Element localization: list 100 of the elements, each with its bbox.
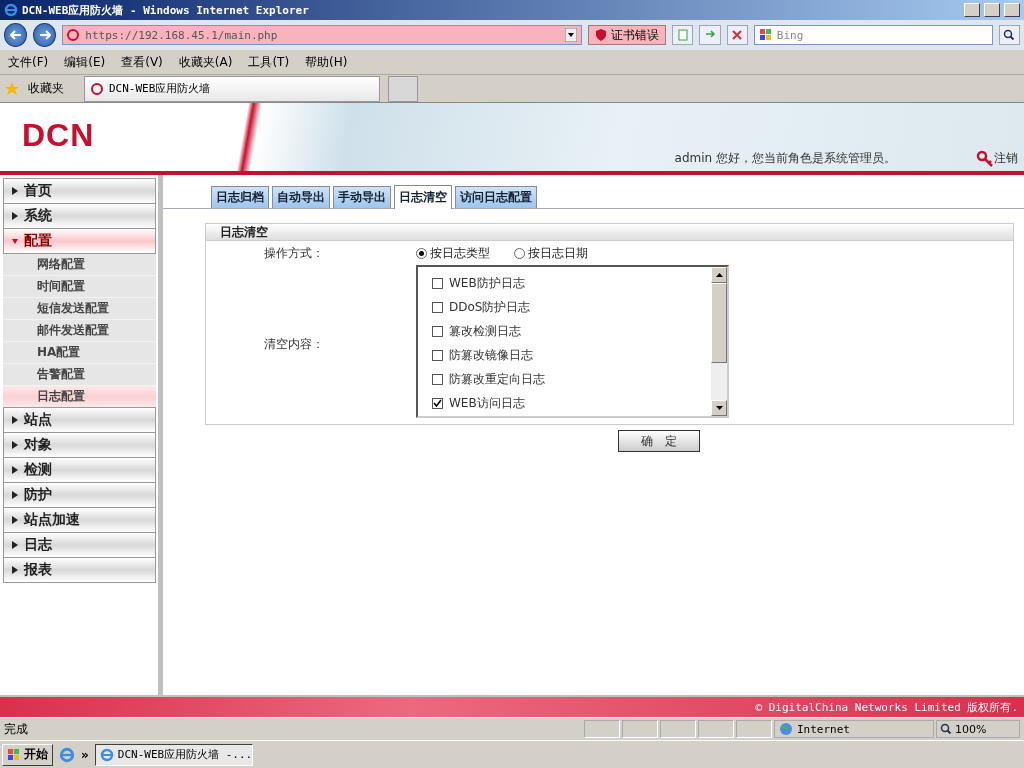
sidebar-item[interactable]: 首页	[3, 178, 156, 204]
close-button[interactable]	[1004, 3, 1020, 17]
site-logo-icon	[67, 29, 80, 41]
menu-item[interactable]: 收藏夹(A)	[178, 53, 233, 71]
checkbox-option[interactable]: DDoS防护日志	[432, 295, 711, 319]
sidebar-item[interactable]: 检测	[3, 457, 156, 483]
zoom-button[interactable]: 100%	[936, 720, 1020, 738]
stop-button[interactable]	[726, 25, 748, 45]
caret-right-icon	[12, 566, 18, 574]
caret-right-icon	[12, 516, 18, 524]
more-button[interactable]: »	[81, 747, 89, 762]
sidebar-subitem[interactable]: 邮件发送配置	[3, 320, 156, 342]
checkbox-option[interactable]: WEB防护日志	[432, 271, 711, 295]
greeting-text: admin 您好，您当前角色是系统管理员。	[674, 150, 896, 167]
taskbar-button[interactable]: DCN-WEB应用防火墙 -...	[94, 743, 253, 766]
copyright-text: © DigitalChina Networks Limited 版权所有.	[755, 699, 1018, 715]
sidebar-item[interactable]: 报表	[3, 557, 156, 583]
checkbox[interactable]	[432, 397, 443, 409]
tab[interactable]: 访问日志配置	[455, 186, 537, 208]
arrow-left-icon	[9, 30, 22, 40]
menu-item[interactable]: 文件(F)	[8, 53, 49, 71]
window-title: DCN-WEB应用防火墙 - Windows Internet Explorer	[22, 2, 310, 18]
caret-right-icon	[12, 466, 18, 474]
sidebar-subitem[interactable]: HA配置	[3, 342, 156, 364]
checkbox[interactable]	[432, 301, 443, 313]
magnifier-icon	[940, 723, 952, 735]
caret-right-icon	[12, 491, 18, 499]
caret-right-icon	[12, 416, 18, 424]
status-pane	[660, 720, 696, 738]
checkbox[interactable]	[432, 373, 443, 385]
radio-option[interactable]: 按日志类型	[416, 244, 490, 262]
maximize-button[interactable]	[984, 3, 1000, 17]
status-text: 完成	[4, 720, 29, 738]
checkbox[interactable]	[432, 325, 443, 337]
field-label: 操作方式：	[263, 244, 325, 262]
sidebar-item[interactable]: 防护	[3, 482, 156, 508]
sidebar-subitem[interactable]: 告警配置	[3, 364, 156, 386]
caret-down-icon	[12, 237, 18, 245]
menu-item[interactable]: 编辑(E)	[64, 53, 106, 71]
browser-tab[interactable]: DCN-WEB应用防火墙	[84, 75, 380, 102]
caret-right-icon	[12, 212, 18, 220]
sidebar-item[interactable]: 对象	[3, 432, 156, 458]
page-icon	[676, 29, 689, 41]
checkbox-option[interactable]: 篡改检测日志	[432, 319, 711, 343]
sidebar-subitem[interactable]: 日志配置	[3, 386, 156, 408]
sidebar-subitem[interactable]: 网络配置	[3, 254, 156, 276]
checkbox[interactable]	[432, 349, 443, 361]
radio-button[interactable]	[416, 247, 427, 259]
start-button[interactable]: 开始	[2, 743, 53, 766]
minimize-button[interactable]	[964, 3, 980, 17]
key-icon	[976, 149, 994, 167]
sidebar-item[interactable]: 站点加速	[3, 507, 156, 533]
confirm-button[interactable]: 确 定	[617, 430, 700, 452]
forward-button[interactable]	[33, 23, 57, 47]
menu-item[interactable]: 工具(T)	[248, 53, 290, 71]
windows-flag-icon	[758, 28, 773, 42]
address-field[interactable]: https://192.168.45.1/main.php	[62, 25, 583, 45]
radio-option[interactable]: 按日志日期	[514, 244, 588, 262]
menu-item[interactable]: 查看(V)	[121, 53, 163, 71]
caret-right-icon	[12, 187, 18, 195]
tab[interactable]: 手动导出	[333, 186, 391, 208]
favorites-button[interactable]: 收藏夹	[28, 80, 64, 97]
status-pane	[698, 720, 734, 738]
checkbox-option[interactable]: 防篡改镜像日志	[432, 343, 711, 367]
search-button[interactable]	[998, 25, 1020, 45]
arrow-right-icon	[38, 30, 51, 40]
caret-right-icon	[12, 541, 18, 549]
logout-link[interactable]: 注销	[994, 150, 1018, 167]
tab[interactable]: 自动导出	[272, 186, 330, 208]
radio-button[interactable]	[514, 247, 525, 259]
globe-icon	[779, 722, 793, 736]
sidebar-item[interactable]: 站点	[3, 407, 156, 433]
tab[interactable]: 日志归档	[211, 186, 269, 208]
scrollbar[interactable]	[711, 267, 727, 416]
search-icon	[1003, 29, 1016, 41]
sidebar-subitem[interactable]: 时间配置	[3, 276, 156, 298]
sidebar-item[interactable]: 配置	[3, 228, 156, 254]
caret-right-icon	[12, 441, 18, 449]
dropdown-icon[interactable]	[565, 28, 578, 42]
panel-title: 日志清空	[206, 224, 1013, 241]
menu-item[interactable]: 帮助(H)	[305, 53, 348, 71]
checkbox-option[interactable]: 防篡改重定向日志	[432, 367, 711, 391]
status-pane	[736, 720, 772, 738]
browser-logo-icon	[99, 747, 114, 762]
shield-icon	[595, 29, 608, 41]
checkbox[interactable]	[432, 277, 443, 289]
arrow-down-icon	[715, 406, 723, 410]
sidebar-item[interactable]: 日志	[3, 532, 156, 558]
status-pane	[622, 720, 658, 738]
certificate-error-button[interactable]: 证书错误	[588, 25, 667, 45]
search-field[interactable]: Bing	[753, 25, 993, 45]
sidebar-item[interactable]: 系统	[3, 203, 156, 229]
zone-indicator: Internet	[774, 720, 934, 738]
tab[interactable]: 日志清空	[394, 185, 452, 209]
checkbox-option[interactable]: WEB访问日志	[432, 391, 711, 415]
status-pane	[584, 720, 620, 738]
sidebar-subitem[interactable]: 短信发送配置	[3, 298, 156, 320]
windows-flag-icon	[7, 747, 21, 762]
browser-logo-icon	[4, 3, 18, 17]
back-button[interactable]	[4, 23, 28, 47]
